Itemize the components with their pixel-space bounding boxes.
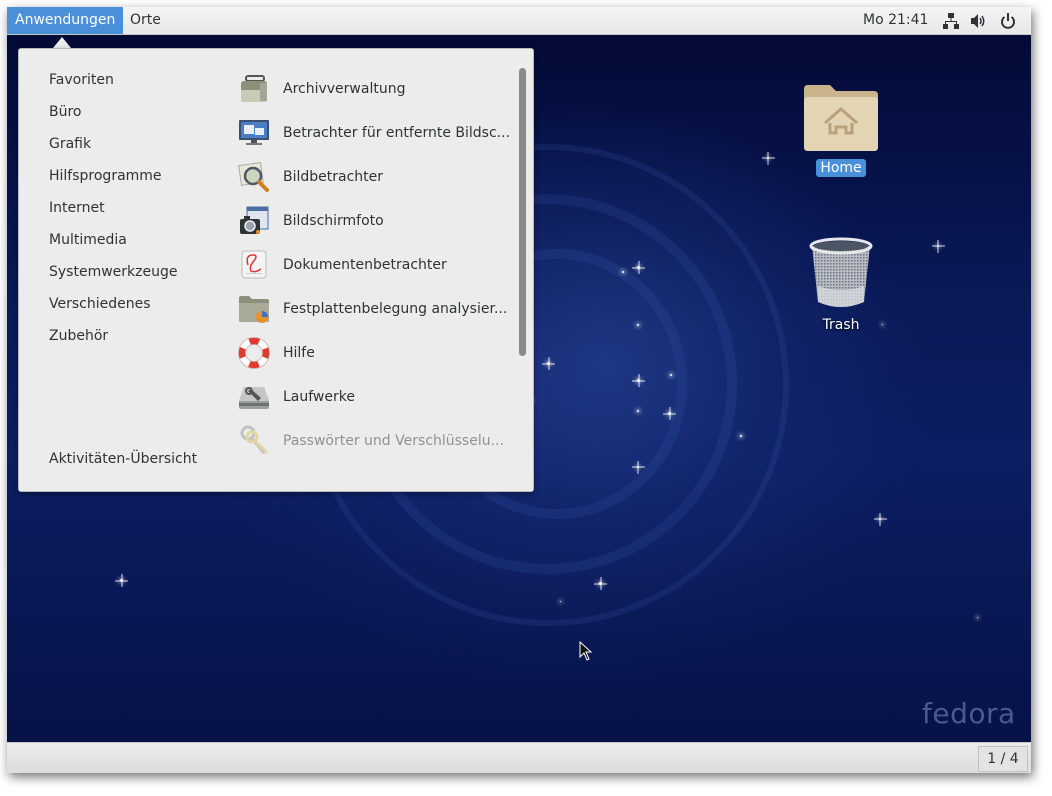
remote-desktop-viewer-icon [237,116,271,150]
star [547,362,550,365]
gnome-classic-session: Home Trash fedora Anwendungen Orte Mo 21… [7,7,1031,773]
star [622,271,624,273]
app-item-hilfe[interactable]: Hilfe [237,331,512,375]
category-systemwerkzeuge[interactable]: Systemwerkzeuge [49,262,177,294]
power-icon[interactable] [999,12,1017,30]
star [937,245,939,247]
archive-manager-icon [237,72,271,106]
app-item-remote-desktop-viewer[interactable]: Betrachter für entfernte Bildsc... [237,111,512,155]
applications-menu-button[interactable]: Anwendungen [7,7,124,34]
star [560,601,561,602]
app-label: Bildschirmfoto [283,213,384,229]
mouse-cursor-icon [579,640,593,665]
top-panel: Anwendungen Orte Mo 21:41 [7,7,1031,35]
image-viewer-icon [237,160,271,194]
category-internet[interactable]: Internet [49,198,177,230]
star [977,617,978,618]
app-label: Festplattenbelegung analysier... [283,301,508,317]
star [767,157,769,159]
document-viewer-icon [237,248,271,282]
trash-icon [791,236,891,316]
passwords-keys-icon [237,424,271,458]
menu-pointer-arrow [53,37,71,48]
applications-menu: Favoriten Büro Grafik Hilfsprogramme Int… [18,48,534,492]
app-label: Dokumentenbetrachter [283,257,447,273]
app-item-bildbetrachter[interactable]: Bildbetrachter [237,155,512,199]
category-buero[interactable]: Büro [49,102,177,134]
app-label: Bildbetrachter [283,169,384,185]
app-item-passwoerter[interactable]: Passwörter und Verschlüsselu... [237,419,512,463]
app-item-archivverwaltung[interactable]: Archivverwaltung [237,67,512,111]
screenshot-camera-icon [237,204,271,238]
app-item-laufwerke[interactable]: Laufwerke [237,375,512,419]
star [120,579,123,582]
star [637,324,639,326]
star [637,466,639,468]
category-verschiedenes[interactable]: Verschiedenes [49,294,177,326]
star [599,582,602,585]
star [879,518,881,520]
category-hilfsprogramme[interactable]: Hilfsprogramme [49,166,177,198]
help-lifebuoy-icon [237,336,271,370]
disk-usage-analyzer-icon [237,292,271,326]
star [637,266,640,269]
places-menu-button[interactable]: Orte [122,7,169,34]
app-item-festplattenbelegung[interactable]: Festplattenbelegung analysier... [237,287,512,331]
fedora-watermark: fedora [922,697,1016,730]
category-list: Favoriten Büro Grafik Hilfsprogramme Int… [49,70,177,358]
disks-icon [237,380,271,414]
app-label: Betrachter für entfernte Bildsc... [283,125,510,141]
star [637,379,640,382]
volume-icon[interactable] [970,12,988,30]
clock[interactable]: Mo 21:41 [855,7,936,34]
app-label: Laufwerke [283,389,355,405]
star [740,435,742,437]
star [670,374,672,376]
star [668,412,671,415]
desktop-icon-label: Home [816,159,866,177]
category-favoriten[interactable]: Favoriten [49,70,177,102]
app-label: Archivverwaltung [283,81,406,97]
app-item-dokumentenbetrachter[interactable]: Dokumentenbetrachter [237,243,512,287]
app-label: Hilfe [283,345,315,361]
category-grafik[interactable]: Grafik [49,134,177,166]
desktop-icon-trash[interactable]: Trash [791,236,891,334]
desktop-icon-home[interactable]: Home [791,81,891,177]
category-zubehoer[interactable]: Zubehör [49,326,177,358]
workspace-indicator-button[interactable]: 1 / 4 [978,746,1028,772]
category-multimedia[interactable]: Multimedia [49,230,177,262]
desktop-icon-label: Trash [822,317,860,333]
star [637,410,639,412]
home-folder-icon [791,81,891,159]
application-list: Archivverwaltung Betrachter für entfernt… [237,67,512,463]
network-icon[interactable] [942,12,960,30]
app-list-scrollbar[interactable] [519,68,526,356]
activities-overview-item[interactable]: Aktivitäten-Übersicht [49,449,197,469]
app-label: Passwörter und Verschlüsselu... [283,433,504,449]
bottom-window-list-bar: 1 / 4 [7,742,1031,773]
app-item-bildschirmfoto[interactable]: Bildschirmfoto [237,199,512,243]
